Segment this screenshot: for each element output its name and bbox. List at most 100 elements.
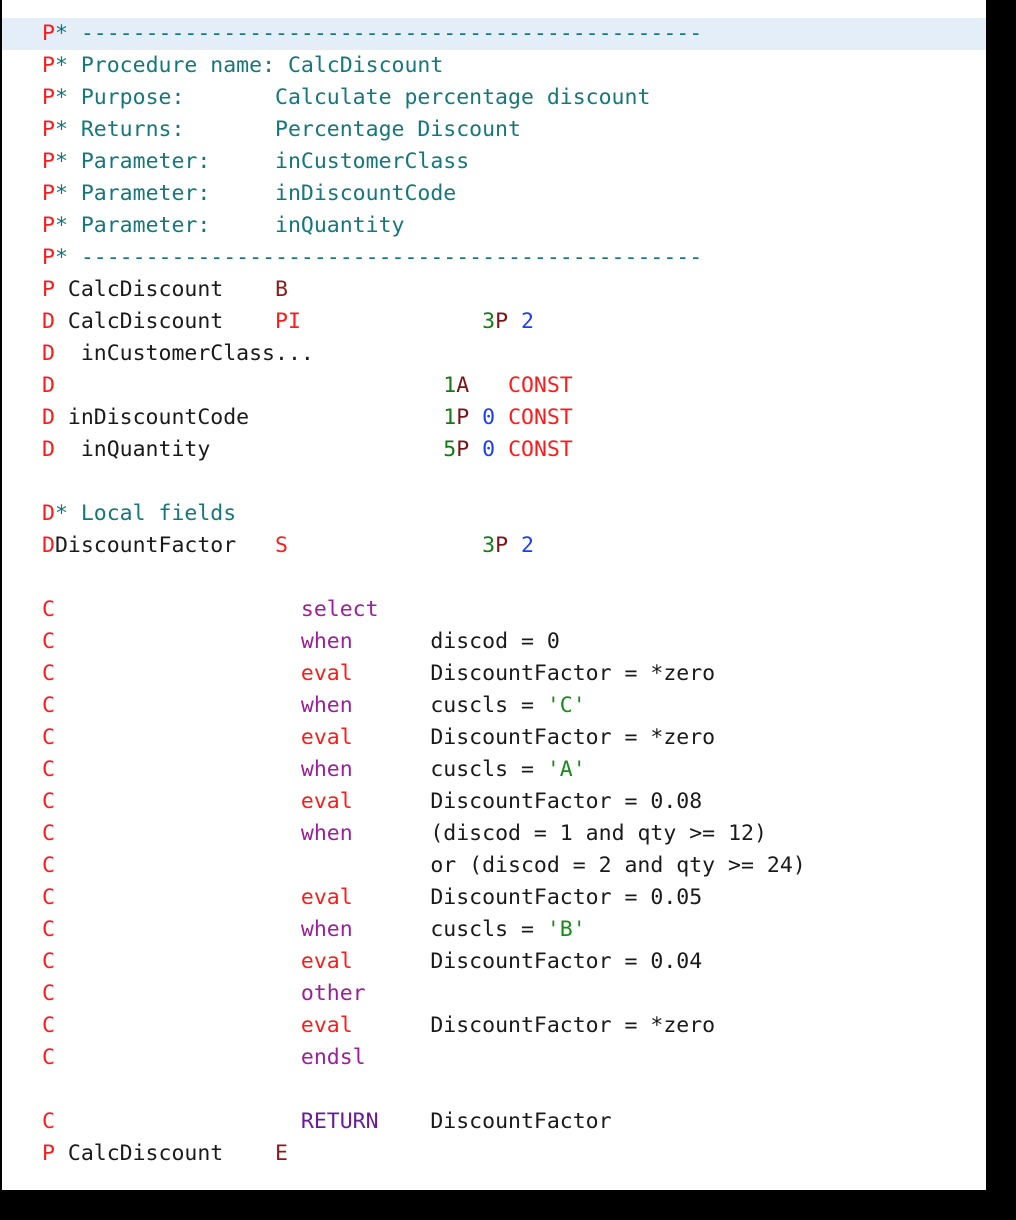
code-line[interactable]: C eval DiscountFactor = 0.08 (2, 786, 986, 818)
code-line[interactable]: D* Local fields (2, 498, 986, 530)
identifier-text (55, 629, 301, 654)
code-line[interactable]: DDiscountFactor S 3P 2 (2, 530, 986, 562)
code-line[interactable]: C when cuscls = 'B' (2, 914, 986, 946)
comment-star: * (54, 85, 68, 110)
code-line-blank[interactable] (2, 562, 986, 594)
code-line-list: P* -------------------------------------… (2, 18, 986, 1170)
comment-text: ----------------------------------------… (67, 21, 703, 46)
identifier-text (495, 437, 508, 462)
code-line[interactable]: P* Procedure name: CalcDiscount (2, 50, 986, 82)
code-line[interactable]: C when discod = 0 (2, 626, 986, 658)
code-line[interactable]: C other (2, 978, 986, 1010)
identifier-text (55, 789, 301, 814)
identifier-text: (discod = 1 and qty >= 12) (352, 821, 767, 846)
code-line[interactable]: P* Purpose: Calculate percentage discoun… (2, 82, 986, 114)
code-line[interactable]: C select (2, 594, 986, 626)
code-line[interactable]: P* Parameter: inQuantity (2, 210, 986, 242)
spec-letter: C (42, 949, 55, 974)
field-length: 1 (443, 405, 457, 430)
identifier-text: DiscountFactor (378, 1109, 612, 1134)
code-line[interactable]: C RETURN DiscountFactor (2, 1106, 986, 1138)
code-line[interactable]: P* Returns: Percentage Discount (2, 114, 986, 146)
keyword-opcode: PI (275, 309, 301, 334)
code-line-blank[interactable] (2, 1074, 986, 1106)
identifier-text (508, 309, 521, 334)
code-line[interactable]: P CalcDiscount B (2, 274, 986, 306)
code-line[interactable]: C or (discod = 2 and qty >= 24) (2, 850, 986, 882)
comment-text: Purpose: Calculate percentage discount (67, 85, 651, 110)
code-line[interactable]: C eval DiscountFactor = 0.04 (2, 946, 986, 978)
code-editor-canvas[interactable]: P* -------------------------------------… (2, 0, 986, 1190)
code-line[interactable]: P* -------------------------------------… (2, 18, 986, 50)
comment-star: * (54, 501, 68, 526)
spec-letter: C (42, 1109, 55, 1134)
code-line[interactable]: C eval DiscountFactor = *zero (2, 722, 986, 754)
code-line[interactable]: C eval DiscountFactor = 0.05 (2, 882, 986, 914)
identifier-text (55, 821, 301, 846)
spec-letter: P (42, 85, 55, 110)
identifier-text: DiscountFactor = 0.04 (352, 949, 703, 974)
identifier-text (55, 757, 301, 782)
code-line[interactable]: C eval DiscountFactor = *zero (2, 1010, 986, 1042)
keyword-control: other (300, 981, 366, 1006)
code-line[interactable]: C eval DiscountFactor = *zero (2, 658, 986, 690)
code-line[interactable]: C when (discod = 1 and qty >= 12) (2, 818, 986, 850)
keyword-control: endsl (300, 1045, 366, 1070)
identifier-text (249, 405, 443, 430)
identifier-text: DiscountFactor = *zero (352, 661, 716, 686)
field-length: 3 (482, 309, 496, 334)
identifier-text (55, 1045, 301, 1070)
code-line[interactable]: P* -------------------------------------… (2, 242, 986, 274)
code-line[interactable]: C when cuscls = 'A' (2, 754, 986, 786)
code-line[interactable]: C endsl (2, 1042, 986, 1074)
code-line[interactable]: C when cuscls = 'C' (2, 690, 986, 722)
keyword-control: when (300, 917, 353, 942)
code-line[interactable]: D inCustomerClass... (2, 338, 986, 370)
spec-letter: P (42, 117, 55, 142)
code-line[interactable]: D inQuantity 5P 0 CONST (2, 434, 986, 466)
keyword-return: RETURN (300, 1109, 379, 1134)
comment-text: Procedure name: CalcDiscount (67, 53, 444, 78)
identifier-text (236, 533, 275, 558)
code-line[interactable]: P* Parameter: inCustomerClass (2, 146, 986, 178)
field-length: 3 (482, 533, 496, 558)
identifier-text: inDiscountCode (54, 405, 250, 430)
spec-letter: D (42, 341, 55, 366)
identifier-text (508, 533, 521, 558)
identifier-text (55, 725, 301, 750)
code-line[interactable]: D inDiscountCode 1P 0 CONST (2, 402, 986, 434)
character-literal: 'A' (546, 757, 586, 782)
identifier-text: cuscls = (352, 757, 547, 782)
code-line-blank[interactable] (2, 466, 986, 498)
comment-star: * (54, 21, 68, 46)
keyword-opcode: eval (300, 949, 353, 974)
identifier-text (495, 405, 508, 430)
spec-letter: P (42, 1141, 55, 1166)
comment-text: Parameter: inQuantity (67, 213, 405, 238)
spec-letter: P (42, 181, 55, 206)
field-datatype: P (456, 437, 470, 462)
spec-letter: C (42, 693, 55, 718)
identifier-text: cuscls = (352, 693, 547, 718)
identifier-text: discod = 0 (352, 629, 560, 654)
spec-letter: C (42, 885, 55, 910)
proc-boundary-letter: E (275, 1141, 288, 1166)
comment-star: * (54, 245, 68, 270)
identifier-text: CalcDiscount (54, 1141, 224, 1166)
identifier-text: CalcDiscount (54, 277, 224, 302)
code-line[interactable]: P* Parameter: inDiscountCode (2, 178, 986, 210)
code-line[interactable]: P CalcDiscount E (2, 1138, 986, 1170)
spec-letter: C (42, 1013, 55, 1038)
identifier-text: DiscountFactor = *zero (352, 1013, 716, 1038)
field-decimals: 0 (482, 405, 496, 430)
keyword-opcode: CONST (508, 405, 573, 430)
code-line[interactable]: D 1A CONST (2, 370, 986, 402)
identifier-text: or (discod = 2 and qty >= 24) (54, 853, 806, 878)
identifier-text (223, 277, 275, 302)
comment-text: Local fields (67, 501, 237, 526)
identifier-text: DiscountFactor (54, 533, 237, 558)
field-length: 5 (443, 437, 457, 462)
spec-letter: D (42, 501, 55, 526)
spec-letter: P (42, 53, 55, 78)
code-line[interactable]: D CalcDiscount PI 3P 2 (2, 306, 986, 338)
